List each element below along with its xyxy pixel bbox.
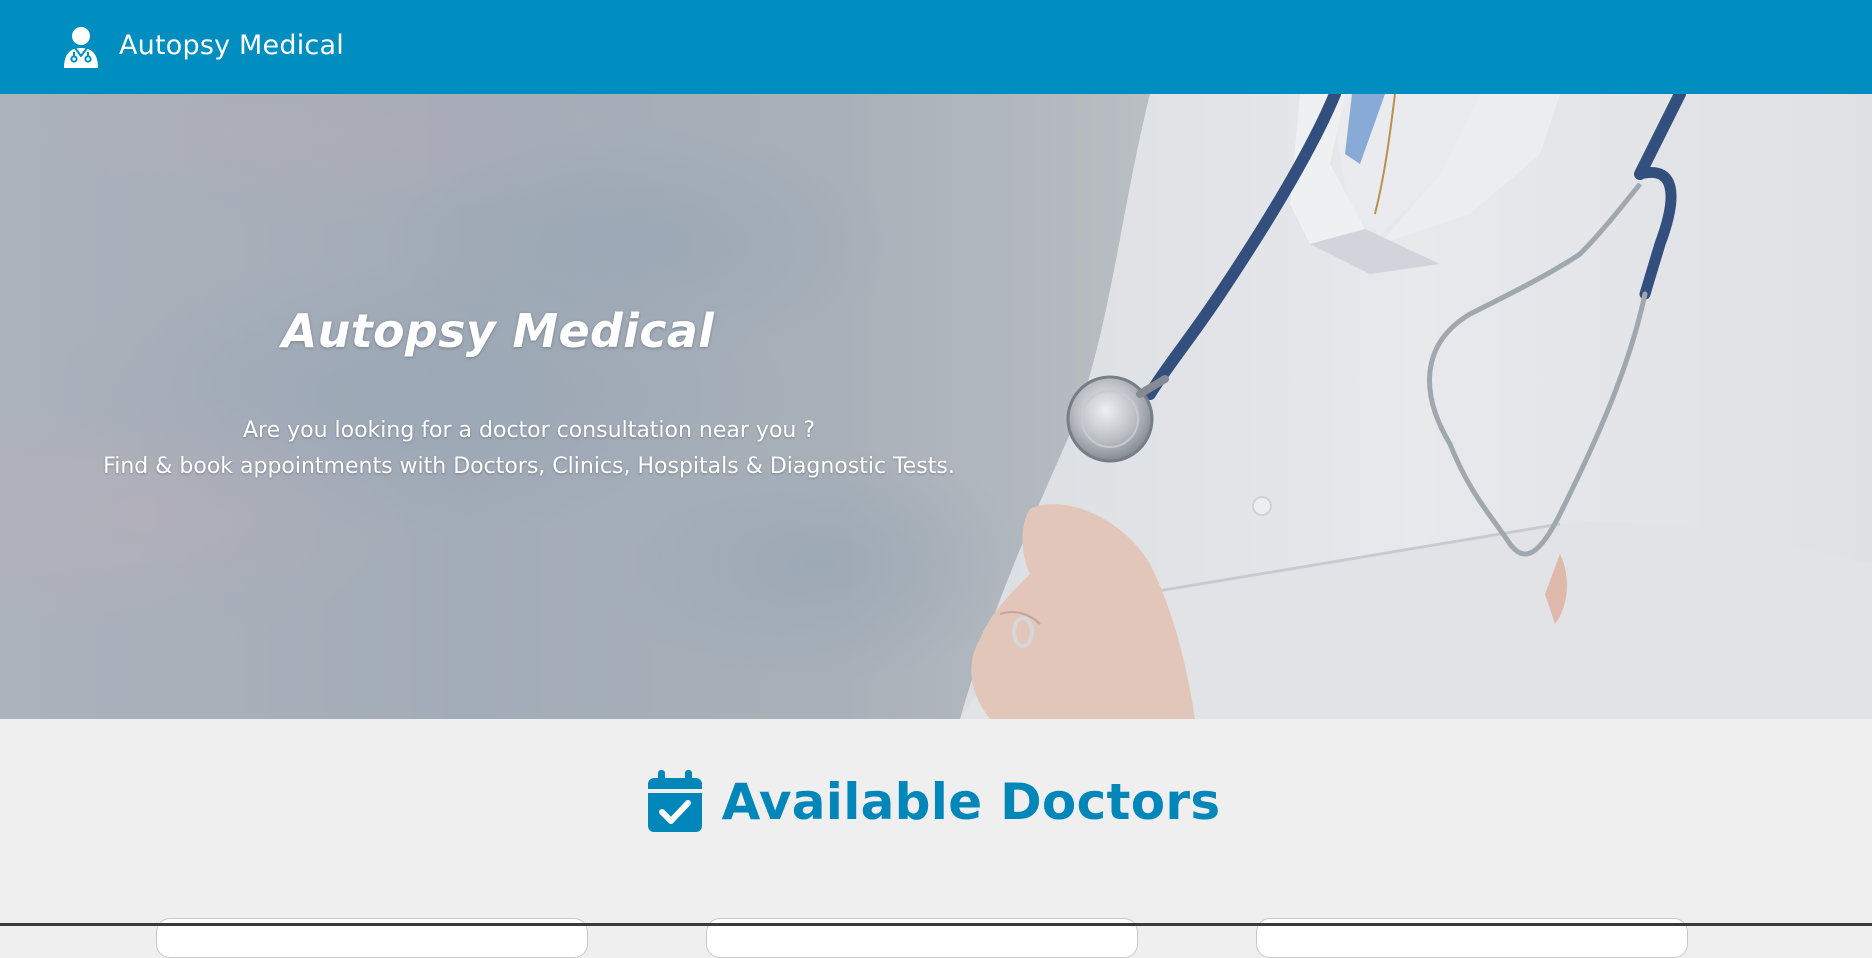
hero-banner: Autopsy Medical Are you looking for a do… [0, 94, 1872, 719]
brand-title: Autopsy Medical [119, 29, 344, 61]
hero-subtitle-line-2: Find & book appointments with Doctors, C… [103, 454, 955, 479]
hero-content: Autopsy Medical Are you looking for a do… [0, 94, 1060, 719]
section-title: Available Doctors [721, 773, 1221, 831]
top-navbar: Autopsy Medical [0, 0, 1872, 94]
brand-link[interactable]: Autopsy Medical [62, 26, 344, 68]
hero-title: Autopsy Medical [281, 304, 715, 358]
hero-subtitle-line-1: Are you looking for a doctor consultatio… [242, 418, 816, 443]
available-doctors-heading: Available Doctors [0, 770, 1872, 834]
doctor-icon [64, 27, 98, 68]
calendar-check-icon [647, 770, 702, 832]
